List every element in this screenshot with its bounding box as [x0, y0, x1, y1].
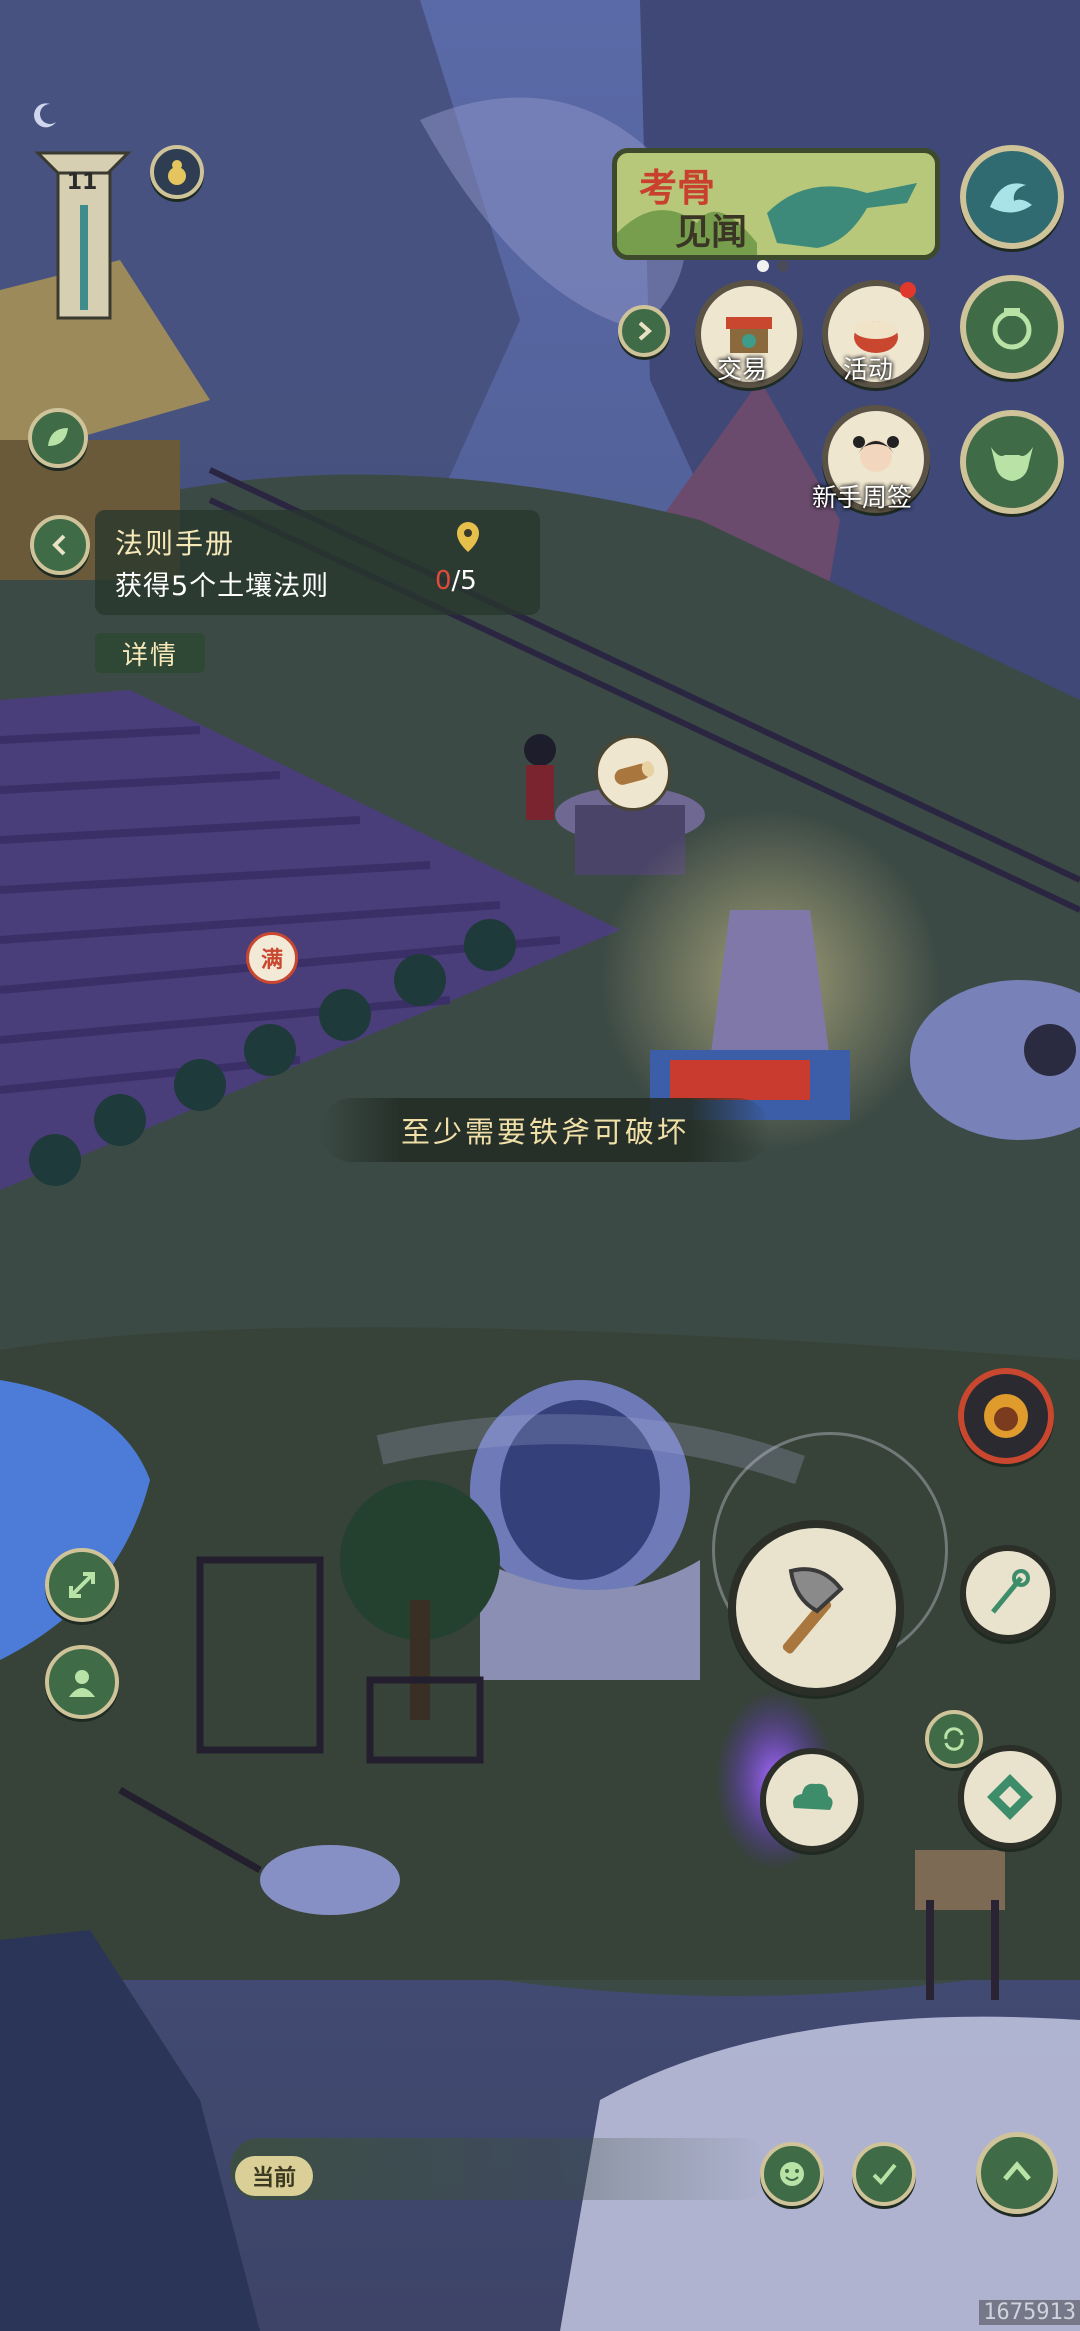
field-full-badge: 满	[246, 932, 298, 984]
leaf-icon[interactable]	[28, 408, 88, 468]
trade-label: 交易	[717, 355, 768, 384]
watermark-id: 1675913	[979, 2300, 1080, 2325]
moon-icon	[30, 100, 60, 130]
newbie-sign-label: 新手周签	[812, 483, 913, 512]
level-value: 11	[66, 170, 98, 195]
hint-message: 至少需要铁斧可破坏	[320, 1098, 770, 1162]
hero-portrait-icon[interactable]	[958, 1368, 1054, 1464]
arrow-up-icon[interactable]	[976, 2132, 1058, 2214]
chat-current-channel[interactable]: 当前	[235, 2156, 313, 2196]
character-icon[interactable]	[45, 1645, 119, 1719]
quest-details-button[interactable]: 详情	[95, 633, 205, 673]
banner-page-dot-active	[757, 260, 769, 272]
event-title-line2: 见闻	[675, 211, 748, 253]
quest-progress: 0/5	[435, 566, 477, 596]
quest-title: 法则手册	[115, 527, 236, 560]
axe-action-icon[interactable]	[728, 1520, 904, 1696]
log-resource-icon[interactable]	[595, 735, 671, 811]
compass-icon[interactable]	[958, 1745, 1062, 1849]
expand-icon[interactable]	[45, 1548, 119, 1622]
quest-progress-current: 0	[435, 566, 452, 596]
activity-red-dot	[900, 282, 916, 298]
collapse-quest-button[interactable]	[30, 515, 90, 575]
task-check-icon[interactable]	[852, 2142, 916, 2206]
quest-progress-total: /5	[451, 566, 477, 596]
banner-page-dot	[777, 260, 789, 272]
cloud-skill-icon[interactable]	[760, 1748, 864, 1852]
wave-skill-icon[interactable]	[960, 145, 1064, 249]
gourd-icon[interactable]	[150, 145, 204, 199]
activity-label: 活动	[843, 355, 894, 384]
quest-description: 获得5个土壤法则	[115, 571, 330, 602]
staff-tool-icon[interactable]	[960, 1545, 1056, 1641]
bag-icon[interactable]	[960, 275, 1064, 379]
ox-mount-icon[interactable]	[960, 410, 1064, 514]
expand-menu-button[interactable]	[618, 305, 670, 357]
event-banner[interactable]: 考骨 见闻	[612, 148, 940, 260]
quest-panel[interactable]: 法则手册 获得5个土壤法则 0/5	[95, 510, 540, 615]
emoji-icon[interactable]	[760, 2142, 824, 2206]
location-pin-icon[interactable]	[453, 520, 483, 558]
